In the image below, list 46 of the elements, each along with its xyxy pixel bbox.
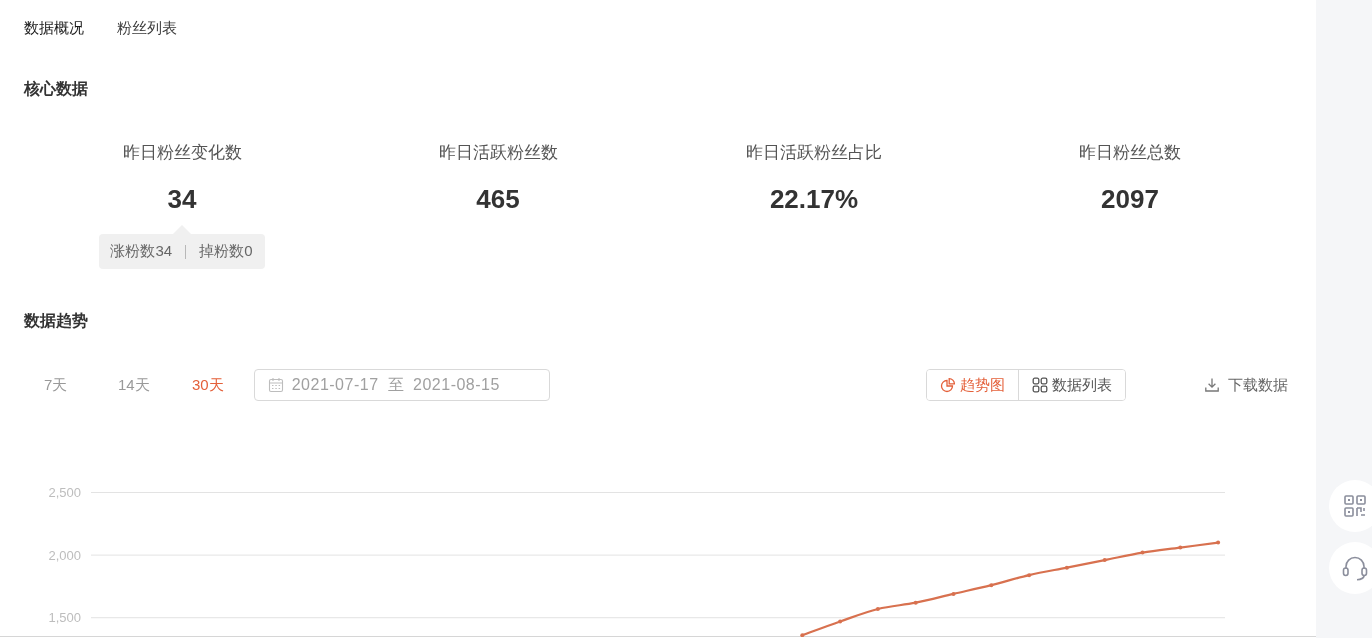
metric-value: 2097 (1101, 183, 1159, 215)
nav-tab[interactable]: 粉丝列表 (117, 18, 177, 38)
data-point (1216, 540, 1221, 545)
range-tab[interactable]: 14天 (118, 369, 192, 401)
data-point (800, 633, 805, 637)
range-tab[interactable]: 7天 (44, 369, 118, 401)
date-separator-text: 至 (387, 374, 405, 395)
nav-tab[interactable]: 数据概况 (24, 18, 84, 38)
calendar-icon (267, 377, 284, 393)
y-axis-label: 2,500 (48, 485, 81, 500)
data-point (989, 583, 994, 588)
date-range-field[interactable]: 2021-07-17 至 2021-08-15 (253, 369, 550, 401)
qr-code-button[interactable] (1329, 480, 1372, 532)
y-axis-label: 1,500 (48, 610, 81, 626)
headset-icon (1341, 554, 1369, 582)
qr-code-icon (1343, 494, 1367, 518)
customer-service-button[interactable] (1329, 542, 1372, 594)
metric-label: 昨日粉丝总数 (1079, 142, 1181, 164)
metric-value: 34 (167, 183, 197, 215)
data-point (951, 591, 956, 596)
metric-value: 22.17% (769, 183, 859, 215)
data-point (838, 619, 843, 624)
data-point (1102, 558, 1107, 563)
metric-label: 昨日活跃粉丝占比 (746, 142, 882, 164)
metric-label: 昨日粉丝变化数 (122, 142, 242, 164)
grid-icon (1032, 377, 1048, 393)
start-date-text: 2021-07-17 (291, 376, 379, 394)
pie-chart-icon (940, 377, 956, 393)
end-date-text: 2021-08-15 (413, 376, 500, 394)
range-tab[interactable]: 30天 (192, 369, 224, 401)
tooltip-text: 掉粉数0 (199, 242, 253, 261)
download-icon (1204, 377, 1220, 393)
data-point (1140, 550, 1145, 555)
view-tab[interactable]: 数据列表 (1018, 370, 1125, 400)
download-button[interactable]: 下载数据 (1204, 375, 1288, 395)
metric-value: 465 (476, 183, 520, 215)
data-point (1027, 573, 1032, 578)
data-point (1064, 565, 1069, 570)
section-title: 核心数据 (24, 79, 88, 99)
y-axis-label: 2,000 (48, 547, 81, 563)
data-point (913, 600, 918, 605)
tooltip-text: 涨粉数34 (110, 242, 173, 261)
data-point (875, 606, 880, 611)
section-title: 数据趋势 (24, 311, 88, 331)
metric-label: 昨日活跃粉丝数 (438, 142, 558, 164)
data-point (1178, 545, 1183, 550)
